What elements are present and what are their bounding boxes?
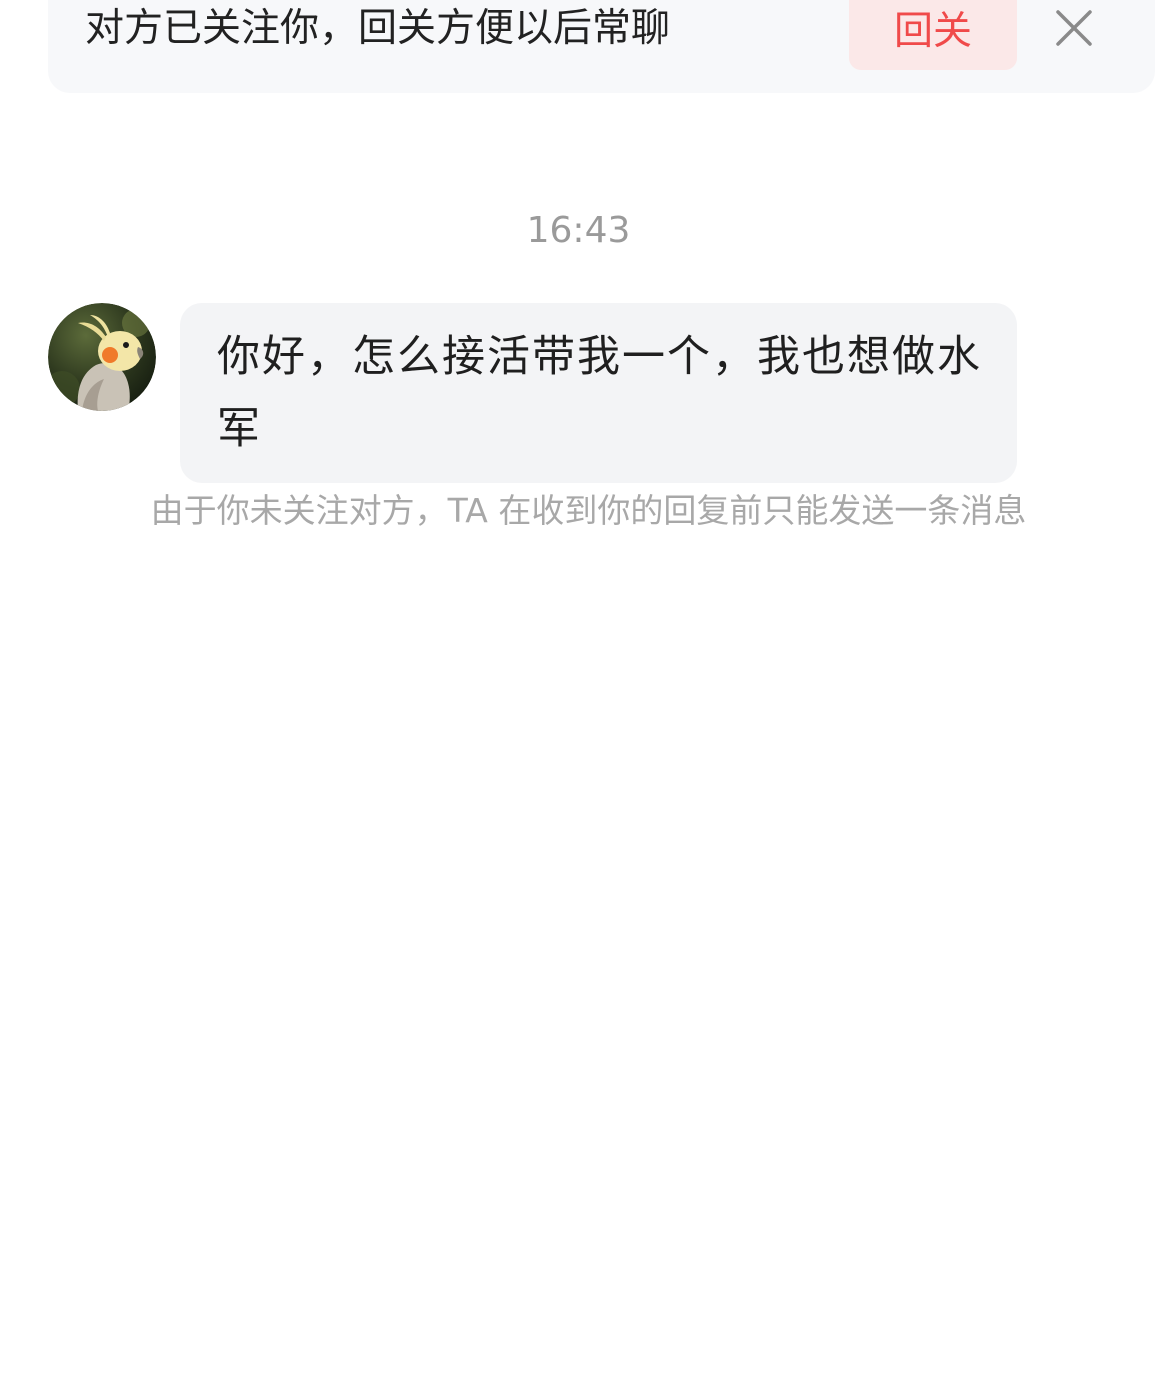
close-icon <box>1056 10 1092 46</box>
chat-screen: 对方已关注你，回关方便以后常聊 回关 16:43 你好，怎么接活带我一个，我也想… <box>0 0 1157 1379</box>
cockatiel-avatar-icon <box>48 303 156 411</box>
message-limit-notice: 由于你未关注对方，TA 在收到你的回复前只能发送一条消息 <box>150 491 1027 530</box>
message-text: 你好，怎么接活带我一个，我也想做水军 <box>217 332 982 454</box>
sender-avatar[interactable] <box>48 303 156 411</box>
message-bubble[interactable]: 你好，怎么接活带我一个，我也想做水军 <box>180 303 1017 483</box>
follow-back-button[interactable]: 回关 <box>849 0 1017 70</box>
message-timestamp: 16:43 <box>526 210 631 251</box>
close-banner-button[interactable] <box>1052 6 1096 50</box>
follow-back-banner: 对方已关注你，回关方便以后常聊 回关 <box>48 0 1155 93</box>
follow-banner-text: 对方已关注你，回关方便以后常聊 <box>85 6 671 51</box>
